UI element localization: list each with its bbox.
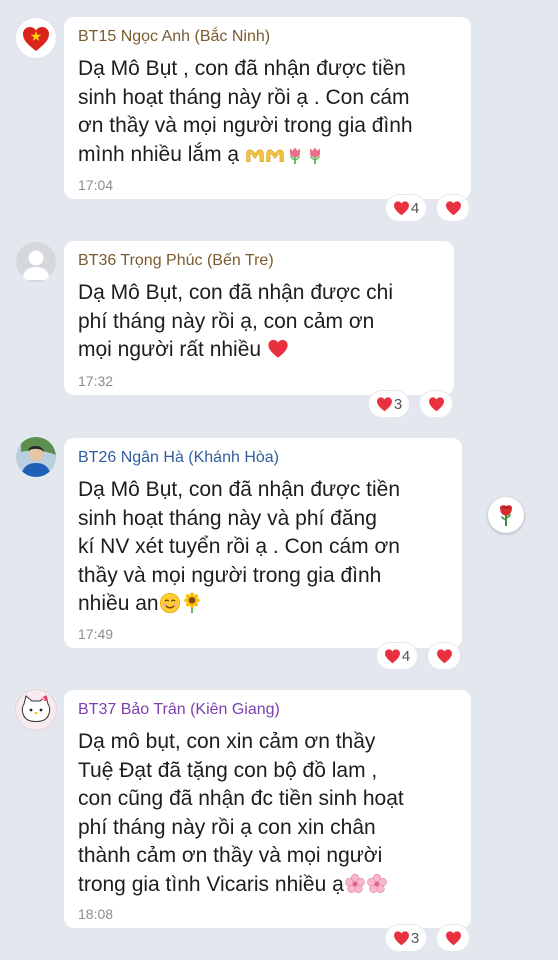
reaction-summary[interactable]: 3 — [369, 391, 409, 417]
reaction-summary[interactable]: 3 — [386, 925, 426, 951]
reaction-summary[interactable]: 4 — [386, 195, 426, 221]
avatar-hello-kitty[interactable] — [16, 690, 56, 730]
heart-icon — [445, 930, 462, 947]
avatar-photo[interactable] — [16, 437, 56, 477]
message-time: 17:04 — [78, 177, 114, 193]
sender-name[interactable]: BT26 Ngân Hà (Khánh Hòa) — [78, 448, 448, 468]
heart-icon — [428, 396, 445, 413]
heart-hands-icon — [245, 145, 265, 165]
tulip-icon — [285, 145, 305, 165]
smiling-face-icon — [159, 592, 181, 614]
reaction-count: 3 — [410, 929, 420, 947]
profile-photo — [16, 437, 56, 477]
message-bubble[interactable]: BT37 Bảo Trân (Kiên Giang) Dạ mô bụt, co… — [64, 690, 471, 928]
message-body: Dạ mô bụt, con xin cảm ơn thầy Tuệ Đạt đ… — [78, 730, 404, 896]
heart-icon — [384, 648, 401, 665]
sunflower-icon — [181, 592, 203, 614]
message-time: 17:32 — [78, 373, 114, 389]
reaction-summary[interactable]: 4 — [377, 643, 417, 669]
message-time: 18:08 — [78, 906, 114, 922]
sender-name[interactable]: BT37 Bảo Trân (Kiên Giang) — [78, 700, 457, 720]
heart-icon — [376, 396, 393, 413]
avatar-flag[interactable] — [16, 18, 56, 58]
react-heart-button[interactable] — [437, 195, 469, 221]
tulip-icon — [305, 145, 325, 165]
message-bubble[interactable]: BT26 Ngân Hà (Khánh Hòa) Dạ Mô Bụt, con … — [64, 438, 462, 648]
message-text: Dạ Mô Bụt, con đã nhận được chi phí thán… — [78, 279, 440, 365]
red-heart-icon — [267, 338, 289, 360]
heart-icon — [393, 930, 410, 947]
vietnam-heart-flag-icon — [23, 27, 49, 51]
cherry-blossom-icon — [344, 873, 366, 895]
reaction-count: 3 — [393, 395, 403, 413]
reaction-count: 4 — [401, 647, 411, 665]
cherry-blossom-icon — [366, 873, 388, 895]
rose-icon — [494, 503, 518, 527]
message-text: Dạ Mô Bụt, con đã nhận được tiền sinh ho… — [78, 476, 448, 619]
kitty-icon — [21, 695, 51, 722]
heart-icon — [436, 648, 453, 665]
react-heart-button[interactable] — [420, 391, 452, 417]
quick-reaction-button[interactable] — [488, 497, 524, 533]
message-body: Dạ Mô Bụt, con đã nhận được tiền sinh ho… — [78, 478, 401, 615]
reaction-count: 4 — [410, 199, 420, 217]
avatar-default[interactable] — [16, 242, 56, 282]
message-text: Dạ Mô Bụt , con đã nhận được tiền sinh h… — [78, 55, 457, 169]
react-heart-button[interactable] — [437, 925, 469, 951]
message-bubble[interactable]: BT15 Ngọc Anh (Bắc Ninh) Dạ Mô Bụt , con… — [64, 17, 471, 199]
sender-name[interactable]: BT15 Ngọc Anh (Bắc Ninh) — [78, 27, 457, 47]
message-text: Dạ mô bụt, con xin cảm ơn thầy Tuệ Đạt đ… — [78, 728, 457, 899]
sender-name[interactable]: BT36 Trọng Phúc (Bến Tre) — [78, 251, 440, 271]
message-time: 17:49 — [78, 626, 114, 642]
react-heart-button[interactable] — [428, 643, 460, 669]
heart-hands-icon — [265, 145, 285, 165]
message-body: Dạ Mô Bụt, con đã nhận được chi phí thán… — [78, 281, 393, 361]
person-icon — [22, 250, 50, 280]
message-bubble[interactable]: BT36 Trọng Phúc (Bến Tre) Dạ Mô Bụt, con… — [64, 241, 454, 395]
heart-icon — [445, 200, 462, 217]
heart-icon — [393, 200, 410, 217]
